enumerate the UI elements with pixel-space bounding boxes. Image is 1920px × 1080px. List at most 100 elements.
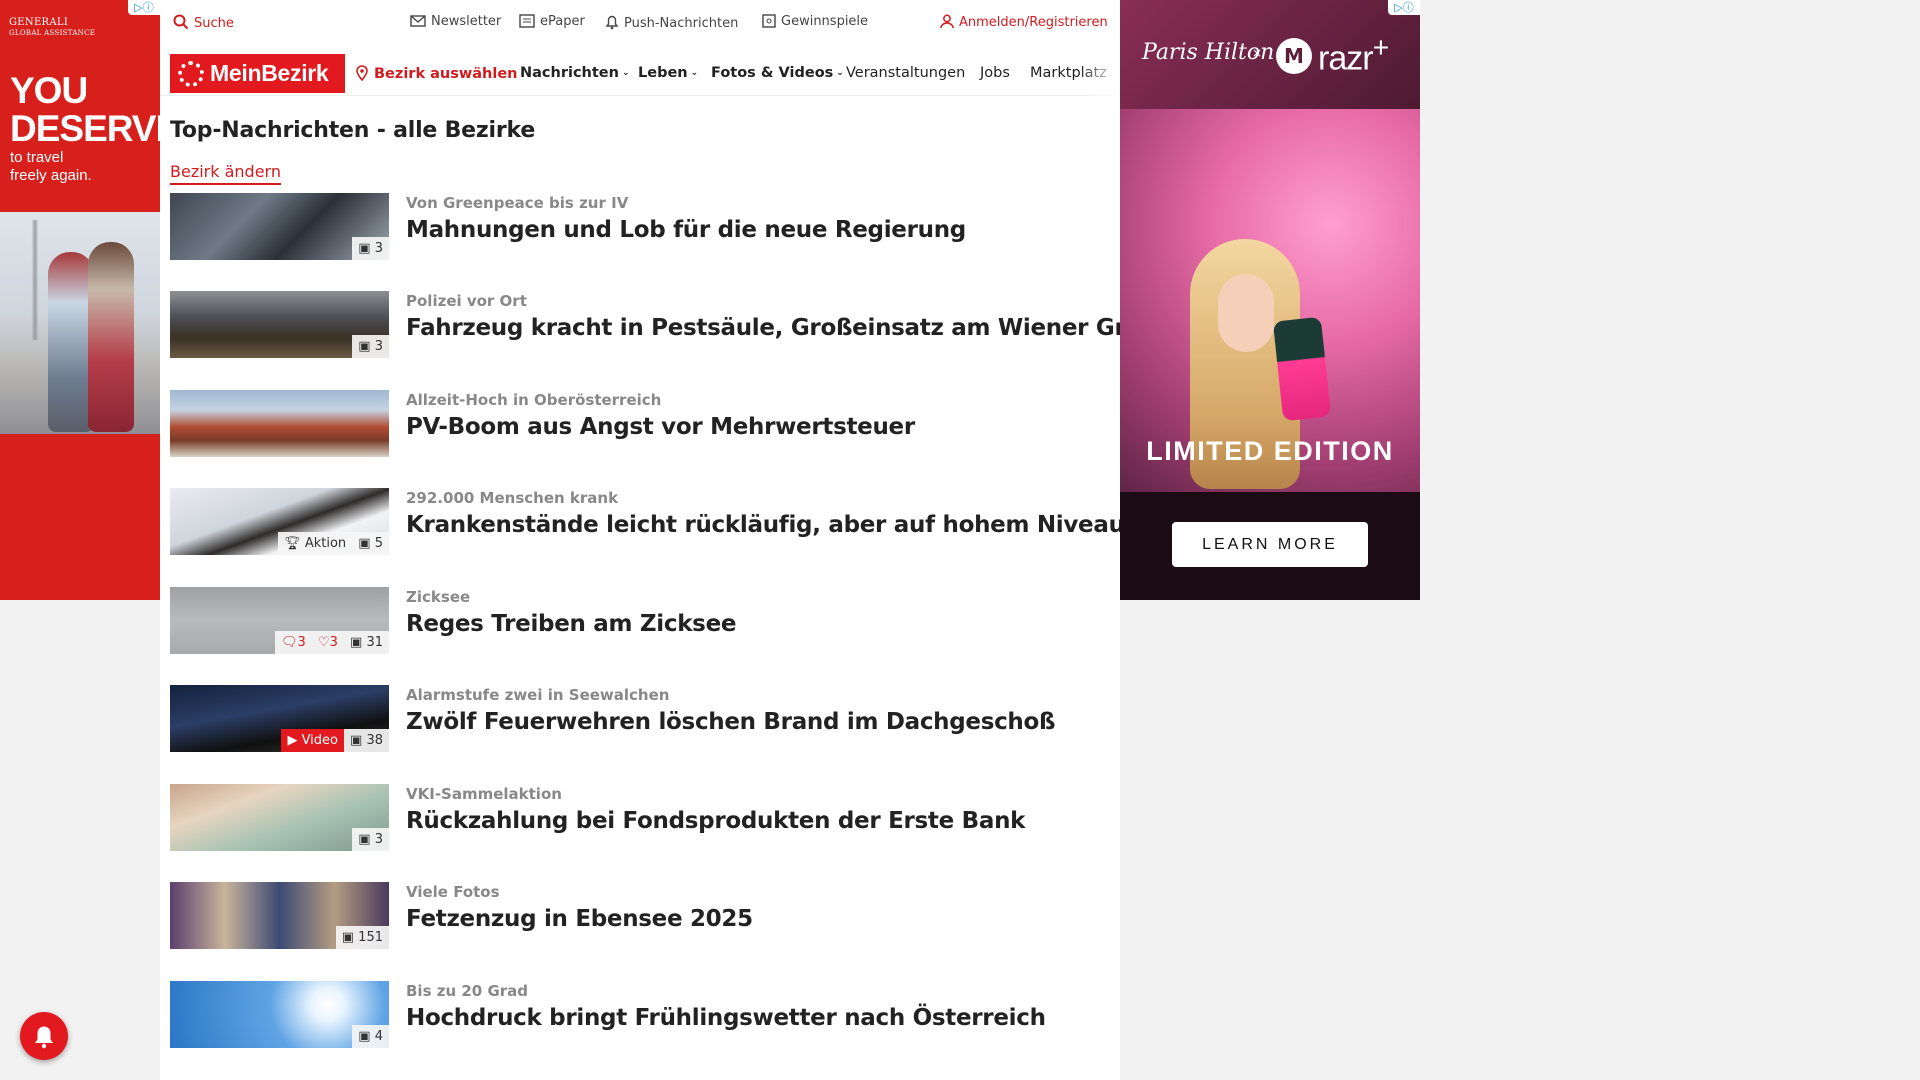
ad-photo-couple-paris (0, 212, 160, 434)
image-icon: ▣ (358, 832, 371, 847)
ad-subline: to travel freely again. (10, 149, 92, 184)
article-thumbnail[interactable]: ▣ 3 (170, 291, 389, 358)
motorola-logo-icon: M (1276, 38, 1312, 74)
games-link[interactable]: Gewinnspiele (762, 14, 868, 29)
article-kicker: Bis zu 20 Grad (406, 982, 529, 1000)
article-headline[interactable]: Fahrzeug kracht in Pestsäule, Großeinsat… (406, 315, 1189, 341)
login-link[interactable]: Anmelden/Registrieren (940, 14, 1108, 30)
ad-collab-x: × (1252, 46, 1263, 60)
ad-learn-more-button[interactable]: LEARN MORE (1172, 522, 1368, 567)
newsletter-link[interactable]: Newsletter (410, 14, 501, 29)
likes-count[interactable]: ♡3 (318, 635, 338, 650)
newspaper-icon (519, 14, 535, 28)
main-content: Suche Newsletter ePaper Push-Nachrichten… (160, 0, 1189, 1080)
ad-headline: YOU DESERVE (10, 70, 160, 149)
article-headline[interactable]: Mahnungen und Lob für die neue Regierung (406, 217, 966, 243)
location-pin-icon (356, 65, 368, 82)
image-icon: ▣ (341, 930, 355, 945)
article-thumbnail[interactable]: ▶ Video ▣ 38 (170, 685, 389, 752)
article-kicker: VKI-Sammelaktion (406, 785, 562, 803)
article-headline[interactable]: Zwölf Feuerwehren löschen Brand im Dachg… (406, 709, 1056, 735)
ad-limited-text: LIMITED EDITION (1146, 436, 1394, 466)
page: GENERALI GLOBAL ASSISTANCE YOU DESERVE t… (0, 0, 1920, 1080)
article-kicker: Zicksee (406, 588, 471, 606)
bell-icon (35, 1026, 53, 1049)
bell-icon (605, 15, 619, 30)
play-icon: ▶ (287, 733, 298, 748)
article-headline[interactable]: Rückzahlung bei Fondsprodukten der Erste… (406, 808, 1025, 834)
logo-ring-icon (178, 61, 204, 87)
heart-icon: ♡ (317, 635, 330, 650)
article-headline[interactable]: Hochdruck bringt Frühlingswetter nach Ös… (406, 1005, 1046, 1031)
user-icon (940, 14, 954, 29)
image-icon: ▣ (358, 339, 371, 354)
article-card[interactable]: ▣ 3 Von Greenpeace bis zur IV Mahnungen … (170, 193, 1110, 260)
article-card[interactable]: 🗨︎3 ♡3 ▣ 31 Zicksee Reges Treiben am Zic… (170, 587, 1110, 654)
article-thumbnail[interactable]: ▣ 3 (170, 193, 389, 260)
nav-news[interactable]: Nachrichten ⌄ (520, 65, 630, 81)
image-icon: ▣ (358, 1029, 371, 1044)
nav-fade (1080, 54, 1120, 96)
article-kicker: Von Greenpeace bis zur IV (406, 194, 629, 212)
adchoices-icon[interactable]: ▷ⓘ (1388, 0, 1420, 15)
article-card[interactable]: ▶ Video ▣ 38 Alarmstufe zwei in Seewalche… (170, 685, 1110, 752)
nav-life[interactable]: Leben ⌄ (638, 65, 698, 81)
comment-icon: 🗨︎ (281, 635, 298, 650)
article-thumbnail[interactable]: ▣ 3 (170, 784, 389, 851)
article-meta-badge: 🏆︎ Aktion ▣ 5 (278, 532, 389, 555)
push-notifications-link[interactable]: Push-Nachrichten (605, 14, 738, 31)
nav-events[interactable]: Veranstaltungen (846, 65, 965, 81)
article-headline[interactable]: Reges Treiben am Zicksee (406, 611, 736, 637)
ad-brand: GENERALI GLOBAL ASSISTANCE (9, 17, 96, 38)
nav-district-select[interactable]: Bezirk auswählen (356, 65, 518, 82)
utility-bar: Suche Newsletter ePaper Push-Nachrichten… (160, 0, 1120, 46)
comments-count[interactable]: 🗨︎3 (281, 635, 306, 650)
ad-photo-woman-phone (1120, 109, 1420, 492)
article-card[interactable]: 🏆︎ Aktion ▣ 5 292.000 Menschen krank Kra… (170, 488, 1125, 555)
article-meta-badge: ▣ 151 (335, 926, 389, 949)
notification-bell-button[interactable] (20, 1012, 68, 1060)
right-skyscraper-ad[interactable]: Paris Hilton × M razr+ LIMITED EDITION L… (1120, 0, 1420, 600)
epaper-link[interactable]: ePaper (519, 14, 585, 29)
article-headline[interactable]: Fetzenzug in Ebensee 2025 (406, 906, 753, 932)
puzzle-icon (762, 14, 776, 28)
article-card[interactable]: ▣ 3 Polizei vor Ort Fahrzeug kracht in P… (170, 291, 1189, 358)
video-badge[interactable]: ▶ Video (281, 729, 345, 752)
article-kicker: Allzeit-Hoch in Oberösterreich (406, 391, 662, 409)
article-thumbnail[interactable]: ▣ 4 (170, 981, 389, 1048)
search-icon (173, 14, 189, 30)
article-headline[interactable]: PV-Boom aus Angst vor Mehrwertsteuer (406, 414, 915, 440)
article-kicker: Alarmstufe zwei in Seewalchen (406, 686, 670, 704)
nav-photos-videos[interactable]: Fotos & Videos ⌄ (711, 65, 844, 81)
adchoices-icon[interactable]: ▷ⓘ (128, 0, 160, 15)
article-meta-badge: 🗨︎3 ♡3 ▣ 31 (275, 631, 389, 654)
article-card[interactable]: ▣ 3 VKI-Sammelaktion Rückzahlung bei Fon… (170, 784, 1110, 851)
image-icon: ▣ (350, 733, 363, 748)
meinbezirk-logo[interactable]: MeinBezirk (170, 54, 345, 93)
article-thumbnail[interactable] (170, 390, 389, 457)
ad-brand: razr+ (1318, 32, 1389, 78)
article-thumbnail[interactable]: 🗨︎3 ♡3 ▣ 31 (170, 587, 389, 654)
search-link[interactable]: Suche (173, 14, 234, 31)
article-card[interactable]: ▣ 4 Bis zu 20 Grad Hochdruck bringt Früh… (170, 981, 1110, 1048)
article-thumbnail[interactable]: ▣ 151 (170, 882, 389, 949)
main-nav: MeinBezirk Bezirk auswählen Nachrichten ⌄… (160, 54, 1120, 96)
article-meta-badge: ▣ 4 (352, 1025, 389, 1048)
chevron-down-icon: ⌄ (621, 68, 630, 78)
image-icon: ▣ (358, 536, 371, 551)
chevron-down-icon: ⌄ (690, 68, 699, 78)
article-meta-badge: ▣ 3 (352, 335, 389, 358)
article-meta-badge: ▶ Video ▣ 38 (281, 729, 389, 752)
mail-icon (410, 15, 426, 27)
article-meta-badge: ▣ 3 (352, 237, 389, 260)
article-card[interactable]: Allzeit-Hoch in Oberösterreich PV-Boom a… (170, 390, 1110, 457)
article-meta-badge: ▣ 3 (352, 828, 389, 851)
left-skyscraper-ad[interactable]: GENERALI GLOBAL ASSISTANCE YOU DESERVE t… (0, 0, 160, 600)
change-district-link[interactable]: Bezirk ändern (170, 162, 281, 185)
nav-jobs[interactable]: Jobs (980, 65, 1010, 81)
article-thumbnail[interactable]: 🏆︎ Aktion ▣ 5 (170, 488, 389, 555)
article-card[interactable]: ▣ 151 Viele Fotos Fetzenzug in Ebensee 2… (170, 882, 1110, 949)
chevron-down-icon: ⌄ (836, 68, 844, 78)
article-headline[interactable]: Krankenstände leicht rückläufig, aber au… (406, 512, 1125, 538)
article-kicker: Polizei vor Ort (406, 292, 527, 310)
